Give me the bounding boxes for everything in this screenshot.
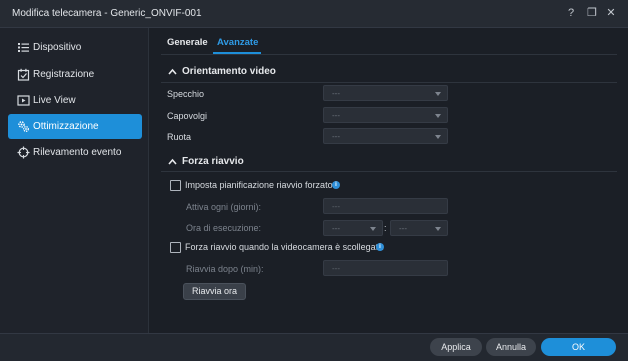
ora-esecuzione-label: Ora di esecuzione: [186,223,262,233]
caret-down-icon [435,92,441,96]
hour-select[interactable]: --- [323,220,383,236]
info-icon[interactable]: i [332,181,340,189]
tabs-divider [161,54,617,55]
chevron-up-icon [168,68,177,75]
attiva-ogni-input[interactable]: --- [323,198,448,214]
sidebar-item-live-view[interactable]: Live View [8,88,142,113]
sidebar: Dispositivo Registrazione Live View Otti… [0,28,149,333]
sidebar-item-label: Rilevamento evento [33,147,122,158]
schedule-reboot-checkbox[interactable] [170,180,181,191]
footer-bar: Applica Annulla OK [0,333,628,361]
section-forza-riavvio[interactable]: Forza riavvio [168,156,368,170]
disconnect-reboot-label: Forza riavvio quando la videocamera è sc… [185,242,384,252]
select-value: --- [332,89,340,98]
section-orientamento-video[interactable]: Orientamento video [168,66,368,80]
reboot-now-button[interactable]: Riavvia ora [183,283,246,300]
ok-button[interactable]: OK [541,338,616,356]
riavvia-dopo-input[interactable]: --- [323,260,448,276]
riavvia-dopo-label: Riavvia dopo (min): [186,264,264,274]
close-icon[interactable]: ✕ [603,5,619,21]
calendar-check-icon [17,68,30,81]
sidebar-item-label: Ottimizzazione [33,121,99,132]
maximize-icon[interactable]: ❐ [584,5,600,21]
minute-select[interactable]: --- [390,220,448,236]
section-title: Orientamento video [182,66,276,77]
apply-button[interactable]: Applica [430,338,482,356]
tab-generale[interactable]: Generale [167,37,208,48]
select-value: --- [332,132,340,141]
section-divider [161,82,617,83]
ruota-select[interactable]: --- [323,128,448,144]
title-bar: Modifica telecamera - Generic_ONVIF-001 … [0,0,628,28]
section-title: Forza riavvio [182,156,244,167]
section-divider [161,171,617,172]
sidebar-item-ottimizzazione[interactable]: Ottimizzazione [8,114,142,139]
sidebar-item-label: Registrazione [33,69,95,80]
chevron-up-icon [168,158,177,165]
play-screen-icon [17,95,30,106]
sidebar-item-label: Live View [33,95,76,106]
help-icon[interactable]: ? [563,5,579,21]
caret-down-icon [435,114,441,118]
ruota-label: Ruota [167,132,192,142]
crosshair-icon [17,146,30,159]
list-icon [18,43,29,52]
cancel-button[interactable]: Annulla [486,338,536,356]
select-value: --- [332,111,340,120]
gears-icon [18,121,29,132]
caret-down-icon [435,227,441,231]
caret-down-icon [370,227,376,231]
window-title: Modifica telecamera - Generic_ONVIF-001 [12,8,202,19]
capovolgi-select[interactable]: --- [323,107,448,123]
caret-down-icon [435,135,441,139]
input-value: --- [332,264,340,273]
specchio-select[interactable]: --- [323,85,448,101]
sidebar-item-label: Dispositivo [33,42,82,53]
sidebar-item-dispositivo[interactable]: Dispositivo [8,35,142,60]
attiva-ogni-label: Attiva ogni (giorni): [186,202,262,212]
time-separator: : [384,223,387,233]
main-panel: Generale Avanzate Orientamento video Spe… [149,28,628,333]
capovolgi-label: Capovolgi [167,111,208,121]
input-value: --- [332,202,340,211]
sidebar-item-rilevamento-evento[interactable]: Rilevamento evento [8,140,142,165]
info-icon[interactable]: i [376,243,384,251]
select-value: --- [332,224,340,233]
specchio-label: Specchio [167,89,205,99]
select-value: --- [399,224,407,233]
disconnect-reboot-checkbox[interactable] [170,242,181,253]
sidebar-item-registrazione[interactable]: Registrazione [8,62,142,87]
tab-avanzate[interactable]: Avanzate [217,37,258,48]
schedule-reboot-label: Imposta pianificazione riavvio forzato [185,180,333,190]
